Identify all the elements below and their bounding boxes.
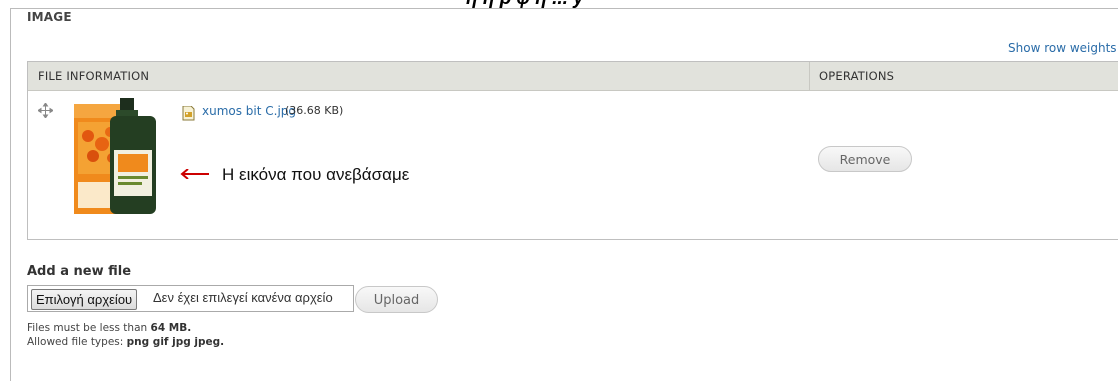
- choose-file-button[interactable]: Επιλογή αρχείου: [31, 289, 138, 310]
- header-file-information: FILE INFORMATION: [38, 69, 150, 83]
- size-limit-value: 64 MB.: [150, 322, 192, 334]
- allowed-types-prefix: Allowed file types:: [27, 336, 124, 348]
- remove-button[interactable]: Remove: [818, 146, 912, 172]
- allowed-file-types: Allowed file types: png gif jpg jpeg.: [27, 336, 224, 348]
- file-name-link[interactable]: xumos bit C.jpg: [202, 104, 296, 118]
- product-thumbnail: [74, 98, 156, 214]
- add-new-file-title: Add a new file: [27, 264, 132, 279]
- allowed-types-value: png gif jpg jpeg.: [126, 336, 225, 348]
- fieldset-legend: IMAGE: [27, 10, 72, 24]
- show-row-weights-link[interactable]: Show row weights: [1008, 41, 1118, 55]
- upload-button[interactable]: Upload: [355, 286, 438, 313]
- drag-handle-icon[interactable]: [38, 103, 53, 118]
- file-size-limit: Files must be less than 64 MB.: [27, 322, 191, 334]
- file-table: FILE INFORMATION OPERATIONS xumos bit C.…: [27, 61, 1118, 240]
- header-operations: OPERATIONS: [819, 69, 895, 83]
- size-limit-prefix: Files must be less than: [27, 322, 148, 334]
- table-header: FILE INFORMATION OPERATIONS: [28, 62, 1118, 91]
- header-divider: [809, 62, 810, 90]
- annotation-arrow-icon: [180, 169, 209, 179]
- annotation-text: Η εικόνα που ανεβάσαμε: [222, 165, 410, 184]
- file-input[interactable]: Επιλογή αρχείου Δεν έχει επιλεγεί κανένα…: [27, 285, 354, 312]
- file-size: (36.68 KB): [285, 104, 344, 117]
- no-file-chosen-text: Δεν έχει επιλεγεί κανένα αρχείο: [153, 290, 333, 305]
- image-file-icon: [182, 106, 195, 121]
